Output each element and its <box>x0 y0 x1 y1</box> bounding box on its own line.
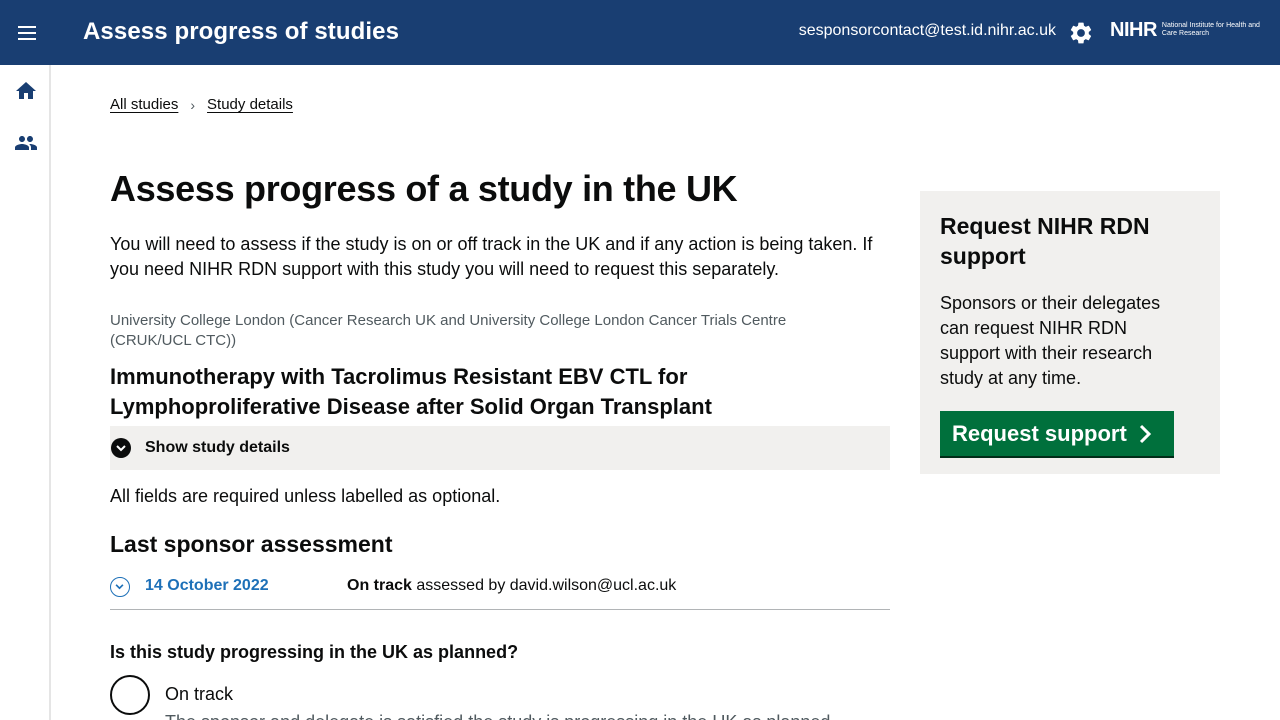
progress-question: Is this study progressing in the UK as p… <box>110 642 519 662</box>
last-assessment-row: 14 October 2022 On track assessed by dav… <box>110 566 890 610</box>
assessment-date[interactable]: 14 October 2022 <box>145 577 269 595</box>
chevron-right-icon <box>1139 424 1151 443</box>
logo-mark: NIHR <box>1110 18 1157 41</box>
request-support-body: Sponsors or their delegates can request … <box>940 293 1161 388</box>
request-support-button-label: Request support <box>952 420 1127 446</box>
user-email: sesponsorcontact@test.id.nihr.ac.uk <box>798 22 1056 39</box>
logo-text: National Institute for Health and Care R… <box>1161 22 1260 37</box>
on-track-radio[interactable] <box>110 675 150 715</box>
study-title: Immunotherapy with Tacrolimus Resistant … <box>110 364 712 419</box>
gear-icon[interactable] <box>1068 20 1094 46</box>
chevron-right-icon: › <box>190 96 196 113</box>
organisation-name: University College London (Cancer Resear… <box>110 312 787 349</box>
request-support-button[interactable]: Request support <box>940 411 1174 456</box>
show-study-details-toggle[interactable]: Show study details <box>110 426 890 470</box>
app-title: Assess progress of studies <box>83 18 400 45</box>
side-nav <box>0 65 51 720</box>
breadcrumb: All studies › Study details <box>110 96 293 113</box>
nihr-logo: NIHR National Institute for Health and C… <box>1110 19 1262 41</box>
people-icon[interactable] <box>14 131 38 155</box>
assessment-status: On track <box>347 577 412 594</box>
breadcrumb-study-details[interactable]: Study details <box>207 96 293 113</box>
assessment-status-text: On track assessed by david.wilson@ucl.ac… <box>347 577 676 595</box>
home-icon[interactable] <box>14 79 38 103</box>
show-study-details-label: Show study details <box>145 439 290 456</box>
on-track-label[interactable]: On track <box>165 684 233 705</box>
lead-paragraph: You will need to assess if the study is … <box>110 234 873 279</box>
hamburger-icon[interactable] <box>10 16 44 50</box>
assessed-by: assessed by david.wilson@ucl.ac.uk <box>416 577 677 594</box>
last-assessment-heading: Last sponsor assessment <box>110 531 393 557</box>
required-fields-note: All fields are required unless labelled … <box>110 486 501 506</box>
request-support-panel: Request NIHR RDN support Sponsors or the… <box>920 191 1220 474</box>
on-track-hint: The sponsor and delegate is satisfied th… <box>165 712 835 720</box>
app-header: Assess progress of studies sesponsorcont… <box>0 0 1280 65</box>
request-support-heading: Request NIHR RDN support <box>940 213 1150 269</box>
breadcrumb-all-studies[interactable]: All studies <box>110 96 178 113</box>
chevron-down-icon <box>111 438 131 458</box>
page-title: Assess progress of a study in the UK <box>110 168 738 209</box>
chevron-down-icon[interactable] <box>110 577 130 597</box>
